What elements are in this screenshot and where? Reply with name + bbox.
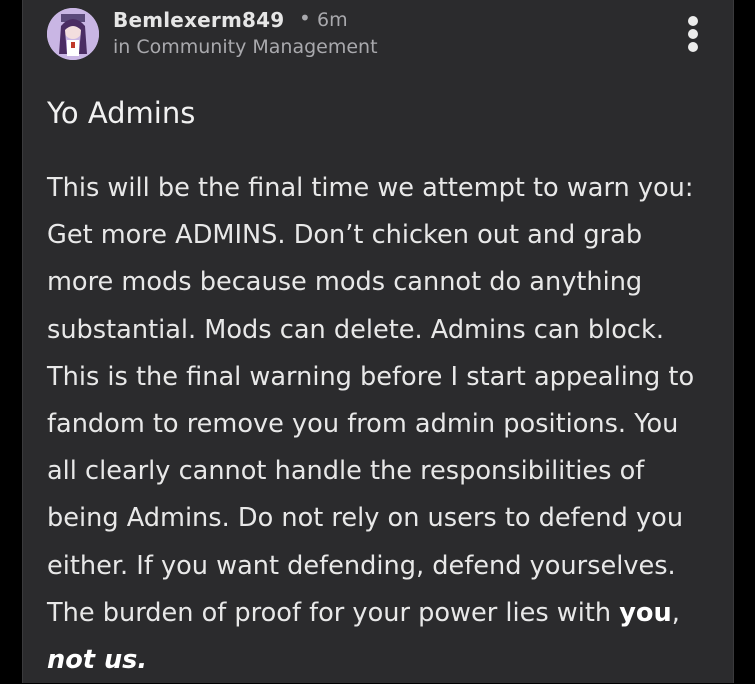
body-line-final: not us. — [47, 637, 727, 684]
post-timestamp: 6m — [317, 9, 348, 31]
user-avatar[interactable] — [47, 8, 99, 60]
body-line: all clearly cannot handle the responsibi… — [47, 456, 645, 487]
comma: , — [671, 597, 680, 628]
body-line: fandom to remove you from admin position… — [47, 408, 679, 439]
author-username[interactable]: Bemlexerm849 — [113, 8, 284, 32]
body-line: being Admins. Do not rely on users to de… — [47, 503, 684, 534]
body-line: substantial. Mods can delete. Admins can… — [47, 314, 664, 345]
body-line: more mods because mods cannot do anythin… — [47, 267, 643, 298]
body-line: This will be the final time we attempt t… — [47, 173, 694, 203]
body-line: Get more ADMINS. Don’t chicken out and g… — [47, 220, 643, 251]
body-text: The burden of proof for your power lies … — [47, 597, 620, 628]
anime-character-avatar-icon — [47, 8, 99, 60]
body-line: either. If you want defending, defend yo… — [47, 550, 676, 581]
emphasis-not-us: not us. — [47, 644, 148, 675]
community-link[interactable]: in Community Management — [113, 36, 378, 58]
emphasis-you: you — [619, 597, 672, 628]
body-line: This is the final warning before I start… — [47, 361, 695, 392]
more-options-button[interactable] — [679, 14, 707, 54]
meta-separator: • — [299, 6, 311, 30]
post-card: Bemlexerm849 • 6m in Community Managemen… — [22, 0, 734, 683]
post-title: Yo Admins — [47, 96, 196, 130]
body-line-last: The burden of proof for your power lies … — [47, 590, 727, 637]
post-body: This will be the final time we attempt t… — [47, 165, 727, 684]
